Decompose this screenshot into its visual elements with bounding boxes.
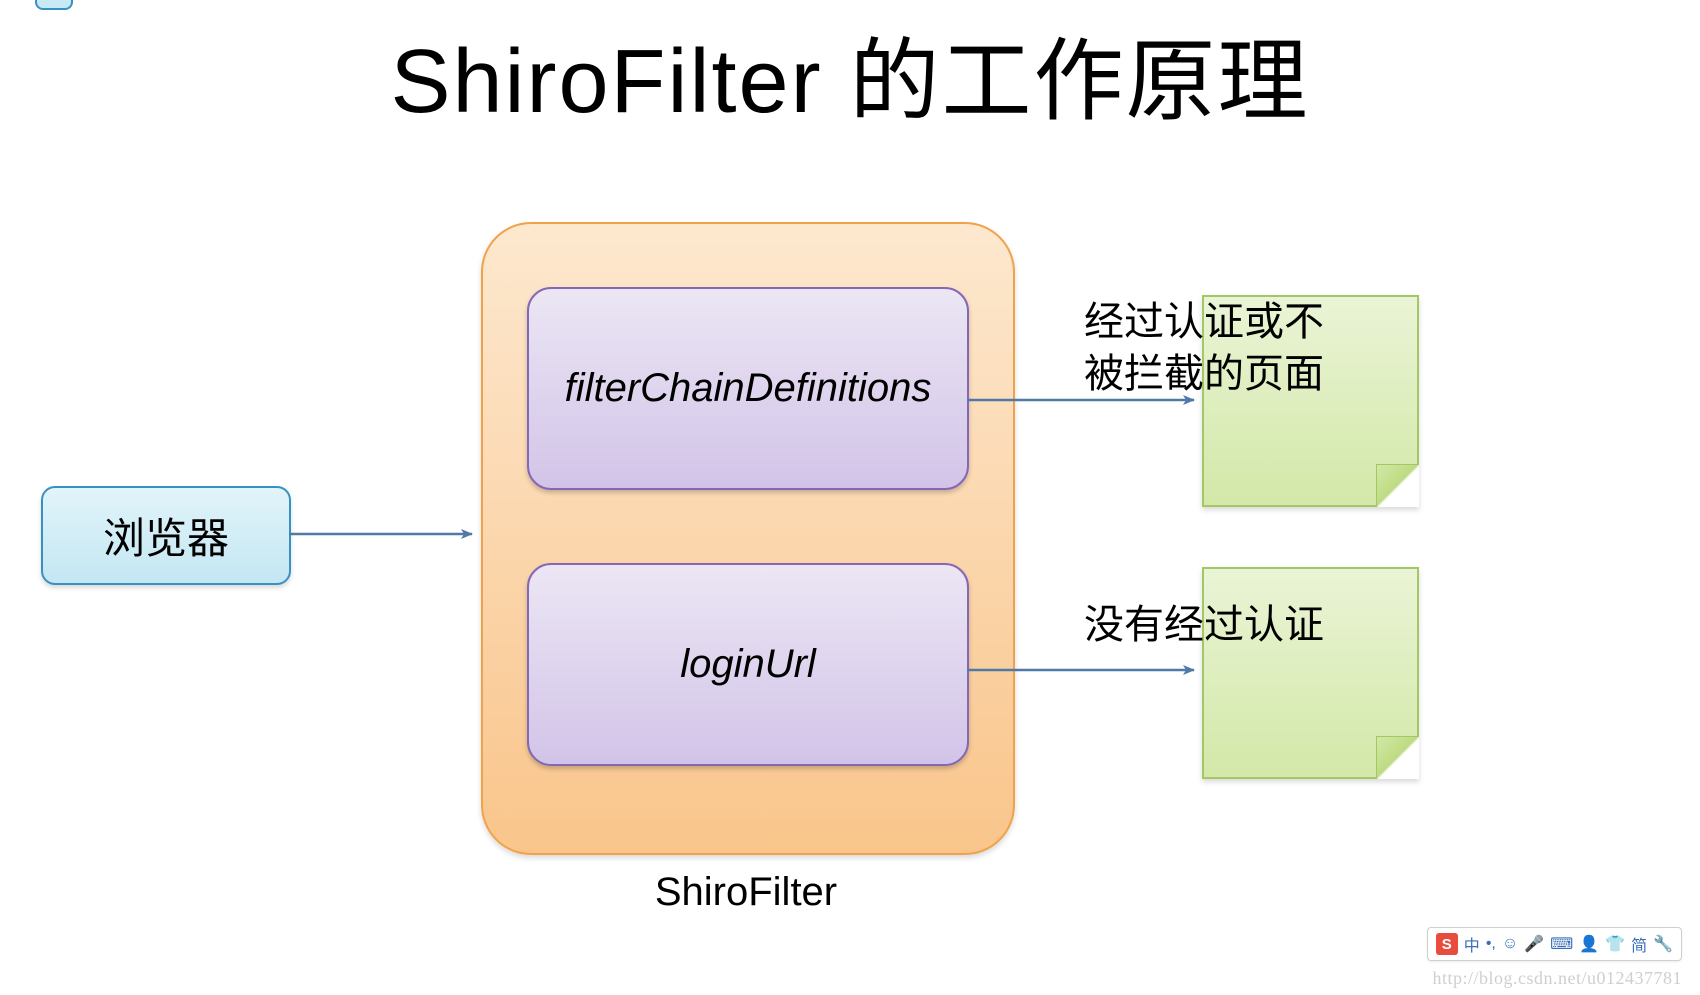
note-fold-icon (1376, 464, 1419, 507)
ime-item[interactable]: •, (1486, 935, 1496, 953)
ime-item[interactable]: 中 (1464, 932, 1480, 956)
node-filterchaindefinitions: filterChainDefinitions (527, 287, 969, 490)
edge-label-authenticated: 经过认证或不 被拦截的页面 (1084, 296, 1324, 400)
ime-logo-icon: S (1436, 933, 1458, 955)
diagram-title: ShiroFilter 的工作原理 (0, 8, 1700, 138)
node-filterchaindefinitions-label: filterChainDefinitions (565, 366, 932, 411)
ime-item[interactable]: 👕 (1605, 934, 1625, 954)
ime-item[interactable]: 👤 (1579, 934, 1599, 954)
ime-toolbar[interactable]: S 中 •, ☺ 🎤 ⌨ 👤 👕 简 🔧 (1427, 927, 1682, 961)
edge-label-not-authenticated: 没有经过认证 (1084, 599, 1324, 651)
watermark-text: http://blog.csdn.net/u012437781 (1433, 968, 1683, 989)
node-browser-label: 浏览器 (103, 505, 229, 566)
note-fold-icon (1376, 736, 1419, 779)
ime-item[interactable]: ☺ (1502, 935, 1518, 953)
ime-item[interactable]: 🎤 (1524, 934, 1544, 954)
ime-item[interactable]: 🔧 (1653, 934, 1673, 954)
node-loginurl-label: loginUrl (680, 642, 816, 687)
node-shirofilter-label: ShiroFilter (481, 870, 1011, 915)
ime-item[interactable]: ⌨ (1550, 934, 1573, 954)
ime-item[interactable]: 简 (1631, 932, 1647, 956)
node-browser: 浏览器 (41, 486, 291, 585)
node-loginurl: loginUrl (527, 563, 969, 766)
